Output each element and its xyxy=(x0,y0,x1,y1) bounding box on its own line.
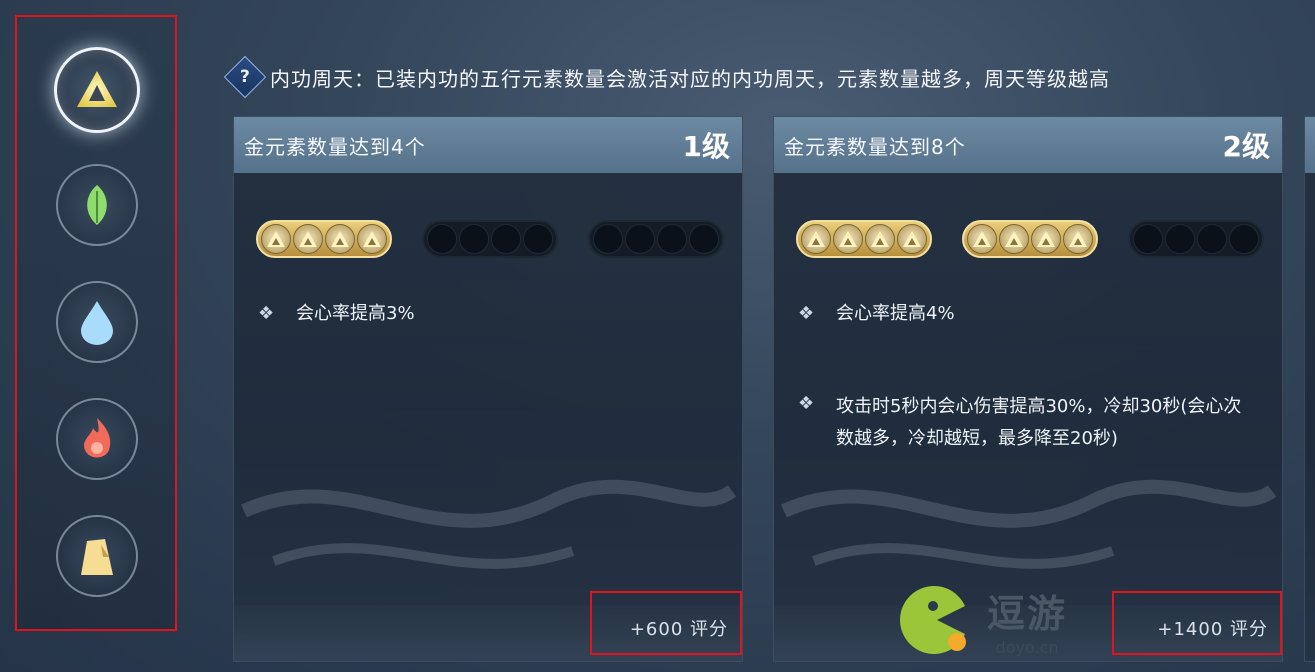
metal-triangle-icon xyxy=(77,71,117,107)
metal-gem-icon xyxy=(865,224,895,254)
diamond-bullet-icon: ❖ xyxy=(258,303,275,324)
gem-group-empty xyxy=(422,220,558,258)
empty-gem-slot xyxy=(491,224,521,254)
earth-rock-icon xyxy=(81,539,113,575)
empty-gem-slot xyxy=(1197,224,1227,254)
card-title: 金元素数量达到8个 xyxy=(784,134,966,159)
element-sidebar xyxy=(15,15,177,631)
card-header: 金元素数量达到8个 2级 xyxy=(774,117,1282,173)
ink-wave-decoration xyxy=(241,479,737,569)
empty-gem-slot xyxy=(593,224,623,254)
fire-element-button[interactable] xyxy=(56,398,138,480)
water-drop-icon xyxy=(81,301,113,345)
metal-gem-icon xyxy=(325,224,355,254)
empty-gem-slot xyxy=(427,224,457,254)
metal-gem-icon xyxy=(261,224,291,254)
effect-item: ❖ 会心率提高3% xyxy=(258,301,718,327)
metal-gem-icon xyxy=(833,224,863,254)
watermark-domain: doyo.cn xyxy=(995,638,1059,657)
gem-group-filled xyxy=(796,220,932,258)
metal-gem-icon xyxy=(293,224,323,254)
fire-flame-icon xyxy=(84,418,111,458)
meridian-card-partial xyxy=(1304,116,1315,662)
diamond-bullet-icon: ❖ xyxy=(798,303,815,324)
hint-row: ? 内功周天：已装内功的五行元素数量会激活对应的内功周天，元素数量越多，周天等级… xyxy=(223,55,1110,99)
metal-gem-icon xyxy=(1031,224,1061,254)
effect-text: 会心率提高3% xyxy=(296,303,415,324)
empty-gem-slot xyxy=(1229,224,1259,254)
metal-element-button[interactable] xyxy=(54,47,140,133)
card-level: 2级 xyxy=(1222,130,1270,163)
score-text: +600 评分 xyxy=(629,619,728,640)
effect-text: 攻击时5秒内会心伤害提高30%，冷却30秒(会心次数越多，冷却越短，最多降至20… xyxy=(836,396,1242,449)
metal-gem-icon xyxy=(1063,224,1093,254)
empty-gem-slot xyxy=(459,224,489,254)
watermark-text: 逗游 doyo.cn xyxy=(987,583,1067,657)
card-header: 金元素数量达到4个 1级 xyxy=(234,117,742,173)
empty-gem-slot xyxy=(625,224,655,254)
empty-gem-slot xyxy=(689,224,719,254)
wood-leaf-icon xyxy=(87,185,107,225)
meridian-card-level-1: 金元素数量达到4个 1级 ❖ 会心率提高3% +600 评分 xyxy=(233,116,743,662)
empty-gem-slot xyxy=(523,224,553,254)
gem-slots xyxy=(256,220,724,258)
card-title: 金元素数量达到4个 xyxy=(244,134,426,159)
empty-gem-slot xyxy=(657,224,687,254)
gem-slots xyxy=(796,220,1264,258)
site-watermark: 逗游 doyo.cn xyxy=(893,580,1067,660)
diamond-bullet-icon: ❖ xyxy=(798,393,815,414)
effect-item: ❖ 攻击时5秒内会心伤害提高30%，冷却30秒(会心次数越多，冷却越短，最多降至… xyxy=(798,391,1248,455)
score-highlight: +1400 评分 xyxy=(1112,591,1282,655)
metal-gem-icon xyxy=(801,224,831,254)
wood-element-button[interactable] xyxy=(56,164,138,246)
earth-element-button[interactable] xyxy=(56,515,138,597)
pacman-logo-icon xyxy=(900,585,966,654)
card-level: 1级 xyxy=(682,130,730,163)
gem-group-filled xyxy=(256,220,392,258)
empty-gem-slot xyxy=(1165,224,1195,254)
empty-gem-slot xyxy=(1133,224,1163,254)
score-text: +1400 评分 xyxy=(1157,619,1268,640)
hint-text: 内功周天：已装内功的五行元素数量会激活对应的内功周天，元素数量越多，周天等级越高 xyxy=(270,66,1110,91)
score-highlight: +600 评分 xyxy=(590,591,742,655)
question-diamond-icon[interactable]: ? xyxy=(223,55,267,99)
gem-group-empty xyxy=(588,220,724,258)
watermark-brand: 逗游 xyxy=(987,592,1068,636)
ink-wave-decoration xyxy=(781,479,1277,569)
gem-group-empty xyxy=(1128,220,1264,258)
effect-text: 会心率提高4% xyxy=(836,303,955,324)
metal-gem-icon xyxy=(967,224,997,254)
metal-gem-icon xyxy=(357,224,387,254)
gem-group-filled xyxy=(962,220,1098,258)
metal-gem-icon xyxy=(897,224,927,254)
effect-item: ❖ 会心率提高4% xyxy=(798,301,1258,327)
card-header xyxy=(1305,117,1315,173)
metal-gem-icon xyxy=(999,224,1029,254)
water-element-button[interactable] xyxy=(56,281,138,363)
